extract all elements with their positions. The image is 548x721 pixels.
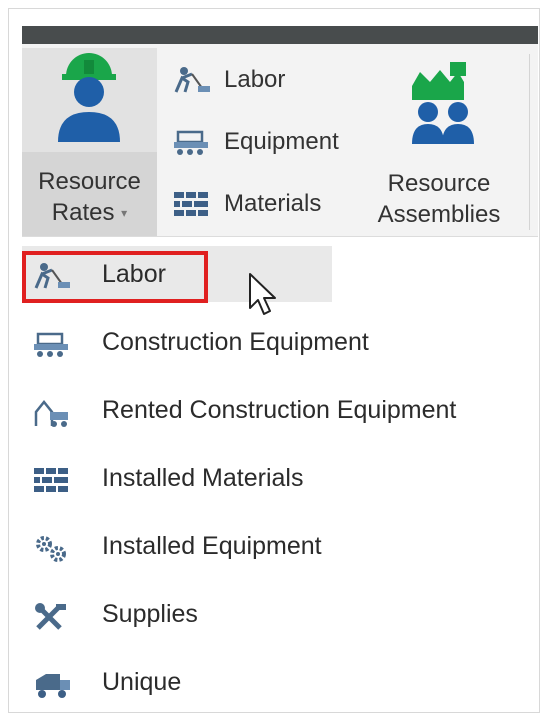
rented-equipment-icon xyxy=(34,399,68,427)
title-bar xyxy=(22,26,538,44)
menu-item-installed-materials[interactable]: Installed Materials xyxy=(22,450,538,506)
menu-item-installed-equipment[interactable]: Installed Equipment xyxy=(22,518,538,574)
resource-rates-icon-area[interactable] xyxy=(22,48,157,152)
resource-rates-button[interactable]: Resource Rates ▾ xyxy=(22,48,157,236)
menu-item-supplies[interactable]: Supplies xyxy=(22,586,538,642)
worker-hardhat-icon xyxy=(58,53,120,142)
ribbon: Resource Rates ▾ Labor Equipment Materia… xyxy=(22,44,538,237)
menu-item-rented-construction-equipment[interactable]: Rented Construction Equipment xyxy=(22,382,538,438)
selection-highlight-box xyxy=(22,251,208,303)
chevron-down-icon: ▾ xyxy=(121,206,128,221)
resource-assemblies-label: Resource Assemblies xyxy=(377,170,501,228)
menu-item-labor[interactable]: Labor xyxy=(22,246,332,303)
resource-rates-dropdown-menu: Labor Construction Equipment Rented Cons… xyxy=(22,240,538,710)
truck-icon xyxy=(36,674,70,698)
resource-assemblies-button[interactable]: Resource Assemblies xyxy=(364,50,514,230)
menu-item-unique[interactable]: Unique xyxy=(22,654,538,710)
resource-rates-label: Resource Rates ▾ xyxy=(38,168,141,226)
installed-materials-icon xyxy=(34,468,68,492)
menu-item-construction-equipment[interactable]: Construction Equipment xyxy=(22,314,538,370)
resource-assemblies-icon xyxy=(412,62,474,144)
labor-icon xyxy=(174,67,210,93)
construction-equipment-icon xyxy=(34,332,68,357)
equipment-icon xyxy=(174,130,208,155)
supplies-icon xyxy=(35,603,66,630)
materials-icon xyxy=(174,192,208,216)
gears-icon xyxy=(36,536,66,562)
mouse-cursor-icon xyxy=(249,273,276,315)
ribbon-separator xyxy=(529,54,530,230)
